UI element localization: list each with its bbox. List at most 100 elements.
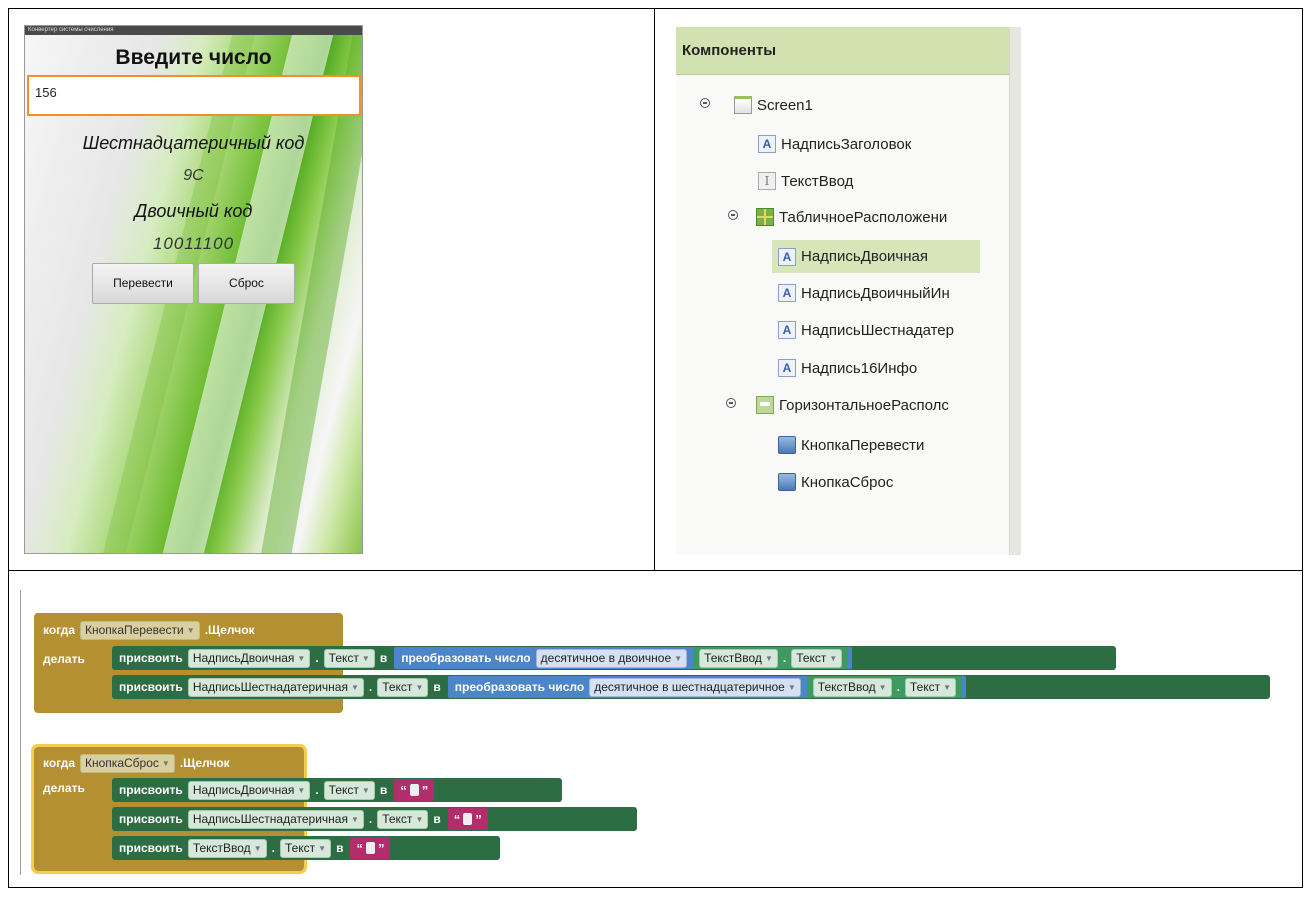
component-dropdown[interactable]: КнопкаПеревести ▼ — [80, 620, 200, 640]
tree-item-label: Надпись16Инфо — [801, 359, 918, 377]
property-dropdown[interactable]: Текст ▼ — [323, 648, 375, 668]
dot-separator: . — [782, 651, 787, 665]
empty-text-field[interactable] — [409, 784, 419, 796]
do-keyword: делать — [43, 652, 85, 666]
convert-number-block[interactable]: преобразовать число десятичное в двоично… — [394, 647, 853, 669]
set-block-input-reset[interactable]: присвоить ТекстВвод ▼ . Текст ▼ в “” — [112, 836, 500, 860]
empty-string-block[interactable]: “” — [350, 837, 391, 859]
do-keyword: делать — [43, 781, 85, 795]
dropdown-value: ТекстВвод — [817, 680, 876, 694]
chevron-down-icon: ▼ — [829, 653, 838, 663]
convert-button[interactable]: Перевести — [92, 263, 194, 304]
tree-item-label: НадписьДвоичная — [801, 248, 928, 265]
tree-item-screen1[interactable]: Screen1 — [734, 91, 813, 119]
quote-open: “ — [356, 840, 363, 856]
set-block-binary[interactable]: присвоить НадписьДвоичная ▼ . Текст ▼ в пр… — [112, 646, 1116, 670]
collapse-toggle-icon[interactable] — [726, 398, 736, 408]
tree-item-binary-label[interactable]: A НадписьДвоичная — [772, 240, 980, 273]
property-dropdown[interactable]: Текст ▼ — [791, 648, 843, 668]
set-keyword: присвоить — [119, 783, 183, 797]
chevron-down-icon: ▼ — [361, 785, 370, 795]
dropdown-value: Текст — [284, 841, 316, 855]
tree-item-label: КнопкаСброс — [801, 473, 894, 491]
reset-button[interactable]: Сброс — [198, 263, 295, 304]
tree-item-label: Screen1 — [757, 96, 813, 114]
getter-block[interactable]: ТекстВвод ▼ . Текст ▼ — [806, 676, 963, 698]
empty-string-block[interactable]: “” — [447, 808, 488, 830]
tree-item-reset-button[interactable]: КнопкаСброс — [778, 468, 893, 496]
tree-item-hex-info-label[interactable]: A Надпись16Инфо — [778, 354, 917, 382]
tree-item-binary-info-label[interactable]: A НадписьДвоичныйИн — [778, 279, 950, 307]
tree-item-label: ГоризонтальноеРасполс — [779, 396, 949, 414]
conversion-dropdown[interactable]: десятичное в шестнадцатеричное ▼ — [589, 677, 801, 697]
set-keyword: присвоить — [119, 812, 183, 826]
table-arrangement-icon — [756, 208, 774, 226]
dropdown-value: КнопкаСброс — [85, 756, 159, 770]
component-dropdown[interactable]: ТекстВвод ▼ — [187, 838, 267, 858]
chevron-down-icon: ▼ — [943, 682, 952, 692]
label-icon: A — [778, 321, 796, 339]
component-dropdown[interactable]: ТекстВвод ▼ — [812, 677, 892, 697]
tree-item-horizontal-arrangement[interactable]: ГоризонтальноеРасполс — [756, 391, 949, 419]
tree-item-label: НадписьШестнадатер — [801, 321, 954, 339]
tree-item-hex-label[interactable]: A НадписьШестнадатер — [778, 316, 954, 344]
property-dropdown[interactable]: Текст ▼ — [904, 677, 957, 697]
component-dropdown[interactable]: КнопкаСброс ▼ — [80, 753, 175, 773]
component-dropdown[interactable]: НадписьДвоичная ▼ — [187, 780, 311, 800]
panel-scrollbar[interactable] — [1009, 27, 1021, 555]
dot-separator: . — [315, 651, 319, 665]
divider-horizontal — [8, 570, 1303, 571]
component-dropdown[interactable]: НадписьШестнадатеричная ▼ — [187, 809, 364, 829]
property-dropdown[interactable]: Текст ▼ — [279, 838, 332, 858]
collapse-toggle-icon[interactable] — [728, 210, 738, 220]
component-dropdown[interactable]: НадписьДвоичная ▼ — [187, 648, 311, 668]
property-dropdown[interactable]: Текст ▼ — [377, 677, 429, 697]
chevron-down-icon: ▼ — [350, 682, 359, 692]
dot-separator: . — [368, 680, 373, 694]
when-keyword: когда — [43, 623, 76, 637]
dropdown-value: НадписьДвоичная — [192, 651, 295, 665]
set-block-hex-reset[interactable]: присвоить НадписьШестнадатеричная ▼ . Тек… — [112, 807, 637, 831]
hex-value: 9С — [183, 167, 204, 184]
set-block-binary-reset[interactable]: присвоить НадписьДвоичная ▼ . Текст ▼ в “” — [112, 778, 562, 802]
dropdown-value: КнопкаПеревести — [85, 623, 184, 637]
convert-keyword: преобразовать число — [401, 651, 531, 665]
tree-item-table-arrangement[interactable]: ТабличноеРасположени — [756, 203, 947, 231]
component-dropdown[interactable]: НадписьШестнадатеричная ▼ — [187, 677, 364, 697]
components-panel: Компоненты Screen1 A НадписьЗаголовок I Те… — [676, 27, 1021, 555]
tree-item-text-input[interactable]: I ТекстВвод — [758, 167, 853, 195]
empty-text-field[interactable] — [365, 842, 375, 854]
to-keyword: в — [433, 812, 441, 826]
dot-separator: . — [271, 841, 275, 855]
convert-number-block[interactable]: преобразовать число десятичное в шестнад… — [447, 676, 967, 698]
chevron-down-icon: ▼ — [318, 843, 327, 853]
horizontal-arrangement-icon — [756, 396, 774, 414]
dot-separator: . — [315, 783, 319, 797]
getter-block[interactable]: ТекстВвод ▼ . Текст ▼ — [693, 647, 849, 669]
event-name: .Щелчок — [204, 623, 255, 637]
dropdown-value: десятичное в двоичное — [540, 651, 672, 665]
dropdown-value: Текст — [328, 783, 359, 797]
set-keyword: присвоить — [119, 680, 183, 694]
number-input[interactable]: 156 — [27, 75, 361, 116]
tree-item-title-label[interactable]: A НадписьЗаголовок — [758, 130, 911, 158]
component-dropdown[interactable]: ТекстВвод ▼ — [699, 648, 778, 668]
button-icon — [778, 473, 796, 491]
tree-item-label: НадписьДвоичныйИн — [801, 284, 950, 302]
tree-item-label: КнопкаПеревести — [801, 436, 925, 454]
binary-value: 10011100 — [152, 234, 235, 253]
button-icon — [778, 436, 796, 454]
empty-text-field[interactable] — [463, 813, 473, 825]
set-block-hex[interactable]: присвоить НадписьШестнадатеричная ▼ . Тек… — [112, 675, 1270, 699]
chevron-down-icon: ▼ — [361, 653, 370, 663]
quote-close: ” — [377, 840, 385, 856]
empty-string-block[interactable]: “” — [394, 779, 435, 801]
collapse-toggle-icon[interactable] — [700, 98, 710, 108]
tree-item-label: ТабличноеРасположени — [779, 208, 948, 226]
property-dropdown[interactable]: Текст ▼ — [323, 780, 375, 800]
conversion-dropdown[interactable]: десятичное в двоичное ▼ — [535, 648, 688, 668]
property-dropdown[interactable]: Текст ▼ — [377, 809, 429, 829]
tree-item-convert-button[interactable]: КнопкаПеревести — [778, 431, 924, 459]
dropdown-value: Текст — [382, 812, 413, 826]
to-keyword: в — [433, 680, 441, 694]
